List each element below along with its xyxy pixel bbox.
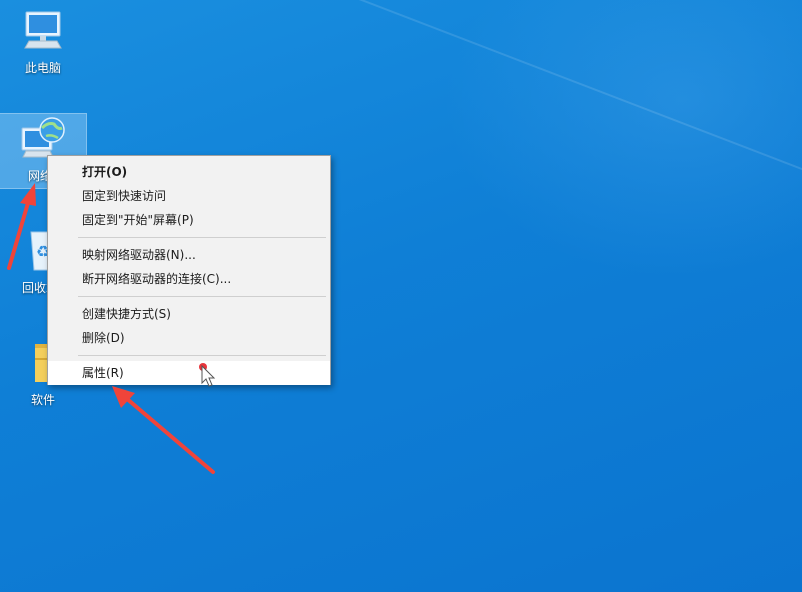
mouse-cursor	[198, 362, 218, 392]
annotation-arrows	[7, 183, 215, 474]
arrow-to-network-icon	[7, 183, 36, 270]
arrow-to-properties-item	[112, 386, 215, 474]
desktop[interactable]: 此电脑 网络 ♻ 回收站 软件 打开(O) 固定到快速访问 固定到"开始"屏幕(…	[0, 0, 802, 592]
